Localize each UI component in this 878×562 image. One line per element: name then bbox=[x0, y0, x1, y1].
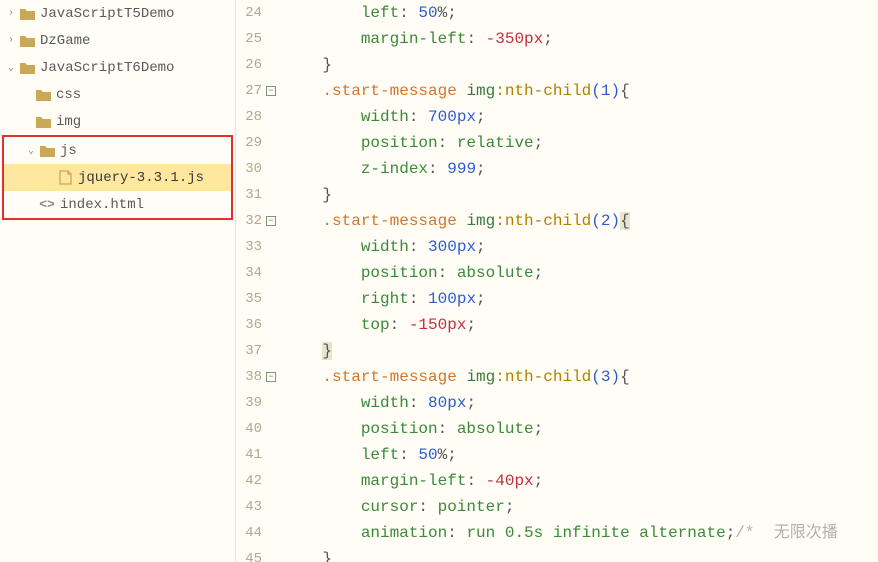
tree-item-label: css bbox=[56, 87, 81, 103]
gutter-line: 26 bbox=[236, 52, 276, 78]
html-icon: <> bbox=[38, 197, 56, 212]
fold-marker-icon[interactable]: − bbox=[266, 216, 276, 226]
code-line[interactable]: width: 80px; bbox=[284, 390, 878, 416]
chevron-icon[interactable]: › bbox=[4, 35, 18, 46]
file-icon bbox=[56, 170, 74, 185]
chevron-icon[interactable]: › bbox=[4, 8, 18, 19]
fold-marker-icon[interactable]: − bbox=[266, 372, 276, 382]
code-line[interactable]: .start-message img:nth-child(2){ bbox=[284, 208, 878, 234]
code-line[interactable]: .start-message img:nth-child(1){ bbox=[284, 78, 878, 104]
code-line[interactable]: margin-left: -350px; bbox=[284, 26, 878, 52]
tree-item-img[interactable]: img bbox=[0, 108, 235, 135]
code-line[interactable]: left: 50%; bbox=[284, 0, 878, 26]
code-line[interactable]: position: relative; bbox=[284, 130, 878, 156]
code-content[interactable]: left: 50%; margin-left: -350px; } .start… bbox=[284, 0, 878, 562]
highlight-box: ⌄ jsjquery-3.3.1.js <> index.html bbox=[2, 135, 233, 220]
gutter-line: 38− bbox=[236, 364, 276, 390]
code-line[interactable]: cursor: pointer; bbox=[284, 494, 878, 520]
code-line[interactable]: .start-message img:nth-child(3){ bbox=[284, 364, 878, 390]
gutter-line: 43 bbox=[236, 494, 276, 520]
tree-item-label: DzGame bbox=[40, 33, 90, 49]
tree-item-label: JavaScriptT5Demo bbox=[40, 6, 174, 22]
folder-icon bbox=[38, 145, 56, 157]
gutter-line: 44 bbox=[236, 520, 276, 546]
code-line[interactable]: right: 100px; bbox=[284, 286, 878, 312]
line-number-gutter: 24252627−2829303132−333435363738−3940414… bbox=[236, 0, 284, 562]
gutter-line: 30 bbox=[236, 156, 276, 182]
gutter-line: 32− bbox=[236, 208, 276, 234]
file-tree-sidebar: › JavaScriptT5Demo › DzGame ⌄ JavaScriptT6Dem… bbox=[0, 0, 236, 562]
code-editor[interactable]: 24252627−2829303132−333435363738−3940414… bbox=[236, 0, 878, 562]
folder-icon bbox=[18, 35, 36, 47]
tree-item-index-html[interactable]: <> index.html bbox=[4, 191, 231, 218]
gutter-line: 37 bbox=[236, 338, 276, 364]
gutter-line: 25 bbox=[236, 26, 276, 52]
fold-marker-icon[interactable]: − bbox=[266, 86, 276, 96]
gutter-line: 34 bbox=[236, 260, 276, 286]
tree-item-label: js bbox=[60, 143, 77, 159]
code-line[interactable]: margin-left: -40px; bbox=[284, 468, 878, 494]
tree-item-label: jquery-3.3.1.js bbox=[78, 170, 204, 186]
gutter-line: 45 bbox=[236, 546, 276, 562]
code-line[interactable]: animation: run 0.5s infinite alternate;/… bbox=[284, 520, 878, 546]
tree-item-js[interactable]: ⌄ js bbox=[4, 137, 231, 164]
gutter-line: 35 bbox=[236, 286, 276, 312]
gutter-line: 24 bbox=[236, 0, 276, 26]
gutter-line: 31 bbox=[236, 182, 276, 208]
gutter-line: 42 bbox=[236, 468, 276, 494]
code-line[interactable]: z-index: 999; bbox=[284, 156, 878, 182]
code-line[interactable]: position: absolute; bbox=[284, 416, 878, 442]
tree-item-javascriptt5demo[interactable]: › JavaScriptT5Demo bbox=[0, 0, 235, 27]
tree-item-javascriptt6demo[interactable]: ⌄ JavaScriptT6Demo bbox=[0, 54, 235, 81]
tree-item-label: img bbox=[56, 114, 81, 130]
tree-item-label: JavaScriptT6Demo bbox=[40, 60, 174, 76]
tree-item-dzgame[interactable]: › DzGame bbox=[0, 27, 235, 54]
gutter-line: 28 bbox=[236, 104, 276, 130]
gutter-line: 41 bbox=[236, 442, 276, 468]
folder-icon bbox=[34, 89, 52, 101]
code-line[interactable]: } bbox=[284, 338, 878, 364]
code-line[interactable]: position: absolute; bbox=[284, 260, 878, 286]
gutter-line: 36 bbox=[236, 312, 276, 338]
tree-item-jquery-3-3-1-js[interactable]: jquery-3.3.1.js bbox=[4, 164, 231, 191]
gutter-line: 40 bbox=[236, 416, 276, 442]
code-line[interactable]: width: 300px; bbox=[284, 234, 878, 260]
tree-item-css[interactable]: css bbox=[0, 81, 235, 108]
code-line[interactable]: } bbox=[284, 546, 878, 562]
folder-icon bbox=[18, 62, 36, 74]
code-line[interactable]: width: 700px; bbox=[284, 104, 878, 130]
code-line[interactable]: } bbox=[284, 52, 878, 78]
code-line[interactable]: left: 50%; bbox=[284, 442, 878, 468]
folder-icon bbox=[18, 8, 36, 20]
gutter-line: 39 bbox=[236, 390, 276, 416]
gutter-line: 27− bbox=[236, 78, 276, 104]
code-line[interactable]: } bbox=[284, 182, 878, 208]
folder-icon bbox=[34, 116, 52, 128]
gutter-line: 33 bbox=[236, 234, 276, 260]
tree-item-label: index.html bbox=[60, 197, 144, 213]
chevron-icon[interactable]: ⌄ bbox=[4, 62, 18, 74]
gutter-line: 29 bbox=[236, 130, 276, 156]
chevron-icon[interactable]: ⌄ bbox=[24, 145, 38, 157]
code-line[interactable]: top: -150px; bbox=[284, 312, 878, 338]
